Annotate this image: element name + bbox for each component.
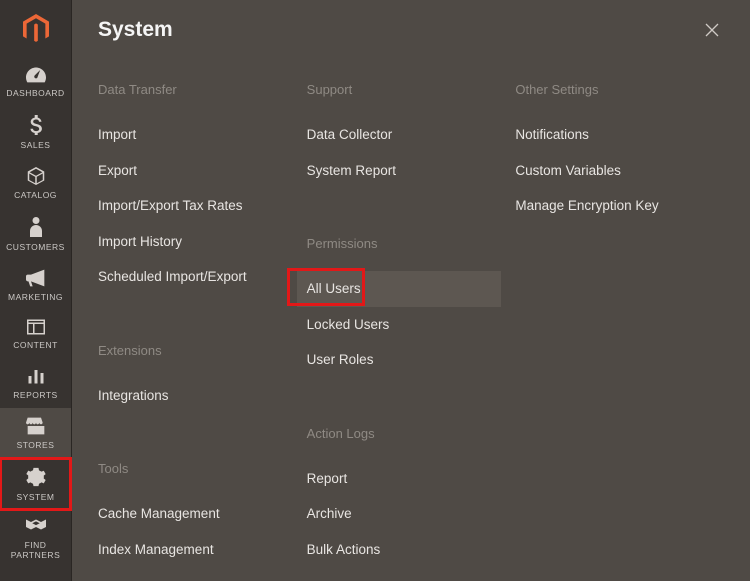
- section-other-settings: Other Settings: [515, 82, 700, 97]
- link-import-history[interactable]: Import History: [98, 224, 283, 260]
- link-locked-users[interactable]: Locked Users: [307, 307, 492, 343]
- link-manage-encryption-key[interactable]: Manage Encryption Key: [515, 188, 700, 224]
- link-scheduled-import-export[interactable]: Scheduled Import/Export: [98, 259, 283, 295]
- link-user-roles[interactable]: User Roles: [307, 342, 492, 378]
- link-integrations[interactable]: Integrations: [98, 378, 283, 414]
- sidebar-item-customers[interactable]: CUSTOMERS: [0, 208, 71, 260]
- link-all-users[interactable]: All Users: [297, 271, 502, 307]
- sidebar-item-sales[interactable]: SALES: [0, 106, 71, 158]
- person-icon: [30, 217, 42, 237]
- sidebar-item-label: MARKETING: [8, 292, 63, 302]
- dollar-icon: [30, 115, 42, 135]
- handshake-icon: [26, 519, 46, 535]
- link-system-report[interactable]: System Report: [307, 153, 492, 189]
- cube-icon: [27, 167, 45, 185]
- link-data-collector[interactable]: Data Collector: [307, 117, 492, 153]
- close-icon: [705, 23, 719, 37]
- link-custom-variables[interactable]: Custom Variables: [515, 153, 700, 189]
- dashboard-icon: [26, 67, 46, 83]
- close-button[interactable]: [700, 18, 724, 42]
- sidebar-item-label: REPORTS: [13, 390, 57, 400]
- panel-title: System: [98, 18, 173, 42]
- menu-column-1: Data Transfer Import Export Import/Expor…: [98, 64, 307, 567]
- link-bulk-actions[interactable]: Bulk Actions: [307, 532, 492, 568]
- section-support: Support: [307, 82, 492, 97]
- sidebar-item-reports[interactable]: REPORTS: [0, 358, 71, 408]
- sidebar-item-label: STORES: [17, 440, 55, 450]
- sidebar-item-content[interactable]: CONTENT: [0, 310, 71, 358]
- sidebar-item-label: SALES: [21, 140, 51, 150]
- link-index-management[interactable]: Index Management: [98, 532, 283, 568]
- magento-logo[interactable]: [0, 0, 71, 58]
- menu-column-3: Other Settings Notifications Custom Vari…: [515, 64, 724, 567]
- bar-chart-icon: [27, 367, 45, 385]
- sidebar-item-label: CUSTOMERS: [6, 242, 65, 252]
- panel-header: System: [72, 0, 750, 64]
- store-icon: [26, 417, 46, 435]
- link-cache-management[interactable]: Cache Management: [98, 496, 283, 532]
- section-action-logs: Action Logs: [307, 426, 492, 441]
- layout-icon: [27, 319, 45, 335]
- sidebar-item-label: SYSTEM: [17, 492, 55, 502]
- section-data-transfer: Data Transfer: [98, 82, 283, 97]
- link-notifications[interactable]: Notifications: [515, 117, 700, 153]
- menu-column-2: Support Data Collector System Report Per…: [307, 64, 516, 567]
- sidebar-item-marketing[interactable]: MARKETING: [0, 260, 71, 310]
- sidebar-item-system[interactable]: SYSTEM: [0, 458, 71, 510]
- section-permissions: Permissions: [307, 236, 492, 251]
- sidebar-item-label: CONTENT: [13, 340, 58, 350]
- link-import-export-tax-rates[interactable]: Import/Export Tax Rates: [98, 188, 283, 224]
- section-extensions: Extensions: [98, 343, 283, 358]
- admin-sidebar: DASHBOARD SALES CATALOG CUSTOMERS MARKET…: [0, 0, 72, 581]
- link-archive[interactable]: Archive: [307, 496, 492, 532]
- sidebar-item-label: CATALOG: [14, 190, 57, 200]
- section-tools: Tools: [98, 461, 283, 476]
- sidebar-item-catalog[interactable]: CATALOG: [0, 158, 71, 208]
- sidebar-item-label: DASHBOARD: [6, 88, 64, 98]
- gear-icon: [26, 467, 46, 487]
- sidebar-item-stores[interactable]: STORES: [0, 408, 71, 458]
- sidebar-item-label: FIND PARTNERS: [0, 540, 71, 560]
- system-flyout-panel: System Data Transfer Import Export Impor…: [72, 0, 750, 581]
- sidebar-item-find-partners[interactable]: FIND PARTNERS: [0, 510, 71, 568]
- link-all-users-label: All Users: [307, 281, 361, 296]
- link-import[interactable]: Import: [98, 117, 283, 153]
- link-report[interactable]: Report: [307, 461, 492, 497]
- link-export[interactable]: Export: [98, 153, 283, 189]
- menu-columns: Data Transfer Import Export Import/Expor…: [72, 64, 750, 567]
- megaphone-icon: [26, 269, 46, 287]
- sidebar-item-dashboard[interactable]: DASHBOARD: [0, 58, 71, 106]
